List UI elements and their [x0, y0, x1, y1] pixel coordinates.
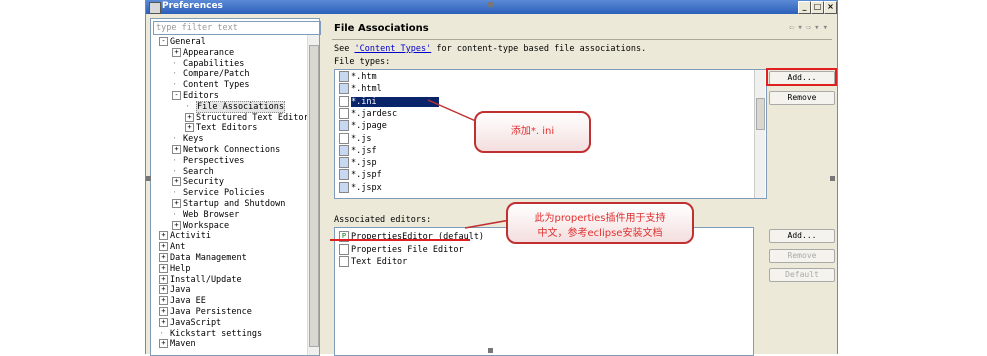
callout-add-ini: 添加*. ini: [474, 111, 591, 153]
callout2-line1: 此为properties插件用于支持: [534, 213, 666, 224]
callout2-pointer: [464, 219, 511, 229]
resize-handle-right[interactable]: [830, 176, 835, 181]
callout2-line2: 中文，参考eclipse安装文档: [537, 228, 663, 239]
resize-handle-left[interactable]: [146, 176, 151, 181]
resize-handle-bottom[interactable]: [488, 348, 493, 353]
callout1-pointer: [427, 99, 479, 123]
resize-handle-top[interactable]: [488, 2, 493, 7]
callout-properties-plugin: 此为properties插件用于支持 中文，参考eclipse安装文档: [506, 202, 694, 244]
